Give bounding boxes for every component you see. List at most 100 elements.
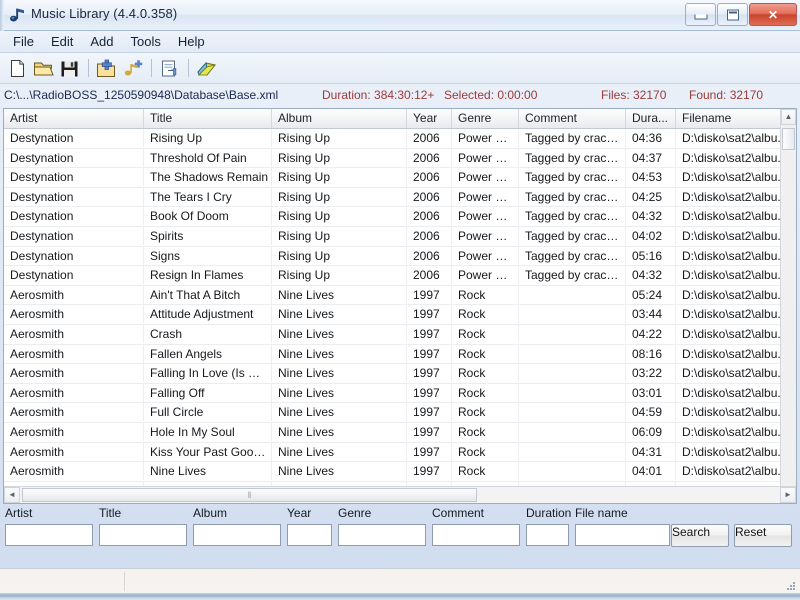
table-row[interactable]: DestynationRising UpRising Up2006Power …… <box>4 129 781 149</box>
book-icon[interactable] <box>194 56 219 81</box>
table-row[interactable]: DestynationThe Tears I CryRising Up2006P… <box>4 188 781 208</box>
toolbar-separator-1 <box>88 59 89 77</box>
cell-genre: Power … <box>452 227 519 245</box>
table-row[interactable]: AerosmithHole In My SoulNine Lives1997Ro… <box>4 423 781 443</box>
cell-year: 1997 <box>407 423 452 441</box>
add-music-icon[interactable] <box>120 56 145 81</box>
search-label-album: Album <box>193 506 227 520</box>
column-header-filename[interactable]: Filename <box>676 109 781 128</box>
menu-item-edit[interactable]: Edit <box>43 32 82 52</box>
search-input-artist[interactable] <box>5 524 93 546</box>
cell-year: 2006 <box>407 247 452 265</box>
column-header-artist[interactable]: Artist <box>4 109 144 128</box>
status-bar-separator <box>124 572 125 591</box>
cell-comment <box>519 403 626 421</box>
table-row[interactable]: AerosmithNine LivesNine Lives1997Rock04:… <box>4 462 781 482</box>
table-row[interactable]: DestynationThe Shadows RemainRising Up20… <box>4 168 781 188</box>
column-header-year[interactable]: Year <box>407 109 452 128</box>
cell-title: Book Of Doom <box>144 207 272 225</box>
table-row[interactable]: AerosmithAttitude AdjustmentNine Lives19… <box>4 305 781 325</box>
search-button[interactable]: Search <box>671 524 729 547</box>
minimize-button[interactable] <box>685 3 716 26</box>
cell-duration: 04:37 <box>626 149 676 167</box>
table-row[interactable]: DestynationResign In FlamesRising Up2006… <box>4 266 781 286</box>
export-icon[interactable] <box>157 56 182 81</box>
menu-item-file[interactable]: File <box>5 32 43 52</box>
cell-title: Kiss Your Past Goo… <box>144 443 272 461</box>
search-panel: Search Reset ArtistTitleAlbumYearGenreCo… <box>0 506 800 560</box>
table-row[interactable]: DestynationSignsRising Up2006Power …Tagg… <box>4 247 781 267</box>
cell-comment: Tagged by crac… <box>519 168 626 186</box>
column-header-album[interactable]: Album <box>272 109 407 128</box>
close-button[interactable]: ✕ <box>749 3 797 26</box>
search-input-genre[interactable] <box>338 524 426 546</box>
cell-year: 1997 <box>407 286 452 304</box>
cell-genre: Power … <box>452 266 519 284</box>
menu-item-add[interactable]: Add <box>82 32 122 52</box>
total-duration-label: Duration: 384:30:12+ <box>322 88 434 102</box>
column-header-title[interactable]: Title <box>144 109 272 128</box>
cell-album: Nine Lives <box>272 423 407 441</box>
menu-bar: File Edit Add Tools Help <box>0 31 800 53</box>
cell-album: Nine Lives <box>272 443 407 461</box>
table-row[interactable]: AerosmithKiss Your Past Goo…Nine Lives19… <box>4 443 781 463</box>
cell-title: Full Circle <box>144 403 272 421</box>
horizontal-scroll-thumb[interactable]: ‖ <box>22 488 477 502</box>
scroll-left-arrow-icon[interactable]: ◄ <box>4 487 20 503</box>
column-header-duration[interactable]: Dura... <box>626 109 676 128</box>
cell-genre: Rock <box>452 325 519 343</box>
table-row[interactable]: AerosmithFalling In Love (Is …Nine Lives… <box>4 364 781 384</box>
table-row[interactable]: AerosmithCrashNine Lives1997Rock04:22D:\… <box>4 325 781 345</box>
resize-grip-icon[interactable] <box>785 579 797 591</box>
search-input-title[interactable] <box>99 524 187 546</box>
table-row[interactable]: AerosmithFallen AngelsNine Lives1997Rock… <box>4 345 781 365</box>
cell-artist: Aerosmith <box>4 443 144 461</box>
cell-artist: Aerosmith <box>4 384 144 402</box>
scroll-up-arrow-icon[interactable]: ▲ <box>781 109 796 125</box>
cell-comment: Tagged by crac… <box>519 227 626 245</box>
search-input-comment[interactable] <box>432 524 520 546</box>
cell-filename: D:\disko\sat2\albu. <box>676 286 781 304</box>
column-header-comment[interactable]: Comment <box>519 109 626 128</box>
horizontal-scrollbar[interactable]: ◄ ‖ ► <box>4 486 796 503</box>
cell-year: 1997 <box>407 345 452 363</box>
open-folder-icon[interactable] <box>31 56 56 81</box>
new-document-icon[interactable] <box>5 56 30 81</box>
toolbar-separator-3 <box>188 59 189 77</box>
menu-item-tools[interactable]: Tools <box>123 32 170 52</box>
table-row[interactable]: AerosmithAin't That A BitchNine Lives199… <box>4 286 781 306</box>
cell-filename: D:\disko\sat2\albu. <box>676 423 781 441</box>
search-input-album[interactable] <box>193 524 281 546</box>
table-row[interactable]: DestynationSpiritsRising Up2006Power …Ta… <box>4 227 781 247</box>
files-count-label: Files: 32170 <box>601 88 666 102</box>
cell-comment: Tagged by crac… <box>519 266 626 284</box>
maximize-button[interactable] <box>717 3 748 26</box>
cell-album: Nine Lives <box>272 364 407 382</box>
table-row[interactable]: DestynationThreshold Of PainRising Up200… <box>4 149 781 169</box>
reset-button[interactable]: Reset <box>734 524 792 547</box>
menu-item-help[interactable]: Help <box>170 32 214 52</box>
cell-title: Fallen Angels <box>144 345 272 363</box>
cell-filename: D:\disko\sat2\albu. <box>676 266 781 284</box>
search-input-duration[interactable] <box>526 524 569 546</box>
table-row[interactable]: DestynationBook Of DoomRising Up2006Powe… <box>4 207 781 227</box>
cell-genre: Rock <box>452 305 519 323</box>
cell-artist: Aerosmith <box>4 403 144 421</box>
table-row[interactable]: AerosmithFalling OffNine Lives1997Rock03… <box>4 384 781 404</box>
music-note-icon <box>8 6 26 24</box>
add-folder-icon[interactable] <box>94 56 119 81</box>
table-row[interactable]: AerosmithFull CircleNine Lives1997Rock04… <box>4 403 781 423</box>
cell-album: Nine Lives <box>272 286 407 304</box>
table-body[interactable]: DestynationRising UpRising Up2006Power …… <box>4 129 781 503</box>
vertical-scrollbar[interactable]: ▲ ▼ <box>780 109 796 503</box>
cell-comment: Tagged by crac… <box>519 207 626 225</box>
cell-comment <box>519 305 626 323</box>
column-header-genre[interactable]: Genre <box>452 109 519 128</box>
minimize-icon <box>694 15 707 20</box>
search-input-filename[interactable] <box>575 524 670 546</box>
music-library-table[interactable]: ArtistTitleAlbumYearGenreCommentDura...F… <box>3 108 797 504</box>
save-disk-icon[interactable] <box>57 56 82 81</box>
vertical-scroll-thumb[interactable] <box>782 128 795 150</box>
scroll-right-arrow-icon[interactable]: ► <box>780 487 796 503</box>
search-input-year[interactable] <box>287 524 332 546</box>
